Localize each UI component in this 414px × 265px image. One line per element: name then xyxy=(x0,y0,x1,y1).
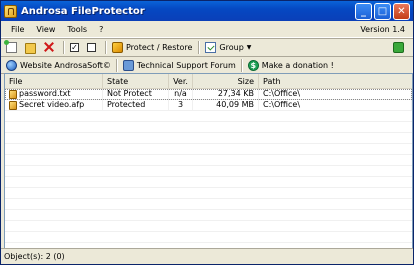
minimize-button[interactable]: _ xyxy=(355,2,372,20)
group-dropdown[interactable]: Group ▼ xyxy=(203,40,253,54)
toolbar: ✓ Protect / Restore Group ▼ xyxy=(1,38,413,57)
status-bar: Object(s): 2 (0) xyxy=(1,248,413,264)
table-row[interactable]: Secret video.afp Protected 3 40,09 MB C:… xyxy=(5,100,412,111)
file-list[interactable]: File State Ver. Size Path password.txt N… xyxy=(4,73,413,249)
chevron-down-icon: ▼ xyxy=(246,43,252,51)
column-header-size[interactable]: Size xyxy=(193,74,259,88)
website-link[interactable]: Website AndrosaSoft© xyxy=(4,59,113,71)
title-bar[interactable]: Androsa FileProtector _ □ ✕ xyxy=(1,1,413,21)
group-icon xyxy=(205,41,217,53)
version-cell: n/a xyxy=(169,89,193,99)
column-header-state[interactable]: State xyxy=(103,74,169,88)
maximize-button[interactable]: □ xyxy=(374,2,391,20)
toolbar-separator xyxy=(105,40,107,54)
state-cell: Protected xyxy=(103,100,169,110)
state-cell: Not Protect xyxy=(103,89,169,99)
version-label: Version 1.4 xyxy=(360,24,405,34)
toolbar-separator xyxy=(63,40,65,54)
check-all-button[interactable]: ✓ xyxy=(68,40,84,54)
group-label: Group xyxy=(219,42,244,52)
lock-icon xyxy=(112,41,123,53)
file-name: Secret video.afp xyxy=(19,100,85,109)
empty-box-icon xyxy=(87,42,96,52)
menu-help[interactable]: ? xyxy=(93,25,109,34)
donate-icon: $ xyxy=(247,59,259,71)
file-name: password.txt xyxy=(19,89,71,98)
file-cell: Secret video.afp xyxy=(5,100,103,110)
column-header-version[interactable]: Ver. xyxy=(169,74,193,88)
folder-icon xyxy=(25,42,36,54)
close-button[interactable]: ✕ xyxy=(393,2,410,20)
table-row[interactable]: password.txt Not Protect n/a 27,34 KB C:… xyxy=(5,89,412,100)
donate-link[interactable]: $ Make a donation ! xyxy=(246,59,336,71)
column-header-path[interactable]: Path xyxy=(259,74,412,88)
app-lock-icon xyxy=(4,4,17,18)
delete-icon xyxy=(44,42,54,52)
delete-button[interactable] xyxy=(42,40,59,54)
protect-restore-label: Protect / Restore xyxy=(126,42,193,52)
file-lock-icon xyxy=(9,89,17,99)
size-cell: 27,34 KB xyxy=(193,89,259,99)
list-header: File State Ver. Size Path xyxy=(5,74,412,89)
version-cell: 3 xyxy=(169,100,193,110)
add-file-button[interactable] xyxy=(4,39,22,54)
protect-restore-button[interactable]: Protect / Restore xyxy=(110,40,194,54)
link-bar: Website AndrosaSoft© Technical Support F… xyxy=(1,57,413,74)
path-cell: C:\Office\ xyxy=(259,100,412,110)
linkbar-separator xyxy=(115,58,118,72)
menu-file[interactable]: File xyxy=(5,25,30,34)
linkbar-separator xyxy=(240,58,243,72)
exit-button[interactable] xyxy=(391,40,409,54)
window-title: Androsa FileProtector xyxy=(21,5,145,17)
exit-icon xyxy=(393,41,404,53)
app-window: Androsa FileProtector _ □ ✕ File View To… xyxy=(0,0,414,265)
forum-icon xyxy=(122,59,134,71)
toolbar-separator xyxy=(198,40,201,54)
open-folder-button[interactable] xyxy=(23,40,41,54)
path-cell: C:\Office\ xyxy=(259,89,412,99)
forum-label: Technical Support Forum xyxy=(136,60,236,70)
grid-lines xyxy=(5,89,412,248)
checked-box-icon: ✓ xyxy=(70,42,79,52)
column-header-file[interactable]: File xyxy=(5,74,103,88)
globe-icon xyxy=(6,59,17,71)
file-cell: password.txt xyxy=(5,89,103,99)
donate-label: Make a donation ! xyxy=(261,60,334,70)
website-label: Website AndrosaSoft© xyxy=(20,60,111,70)
menu-tools[interactable]: Tools xyxy=(61,25,93,34)
uncheck-all-button[interactable] xyxy=(85,40,101,54)
menu-view[interactable]: View xyxy=(30,25,61,34)
size-cell: 40,09 MB xyxy=(193,100,259,110)
menu-bar: File View Tools ? Version 1.4 xyxy=(1,21,413,38)
status-text: Object(s): 2 (0) xyxy=(4,252,65,261)
file-lock-icon xyxy=(9,100,17,110)
support-forum-link[interactable]: Technical Support Forum xyxy=(121,59,238,71)
add-file-icon xyxy=(4,39,17,53)
